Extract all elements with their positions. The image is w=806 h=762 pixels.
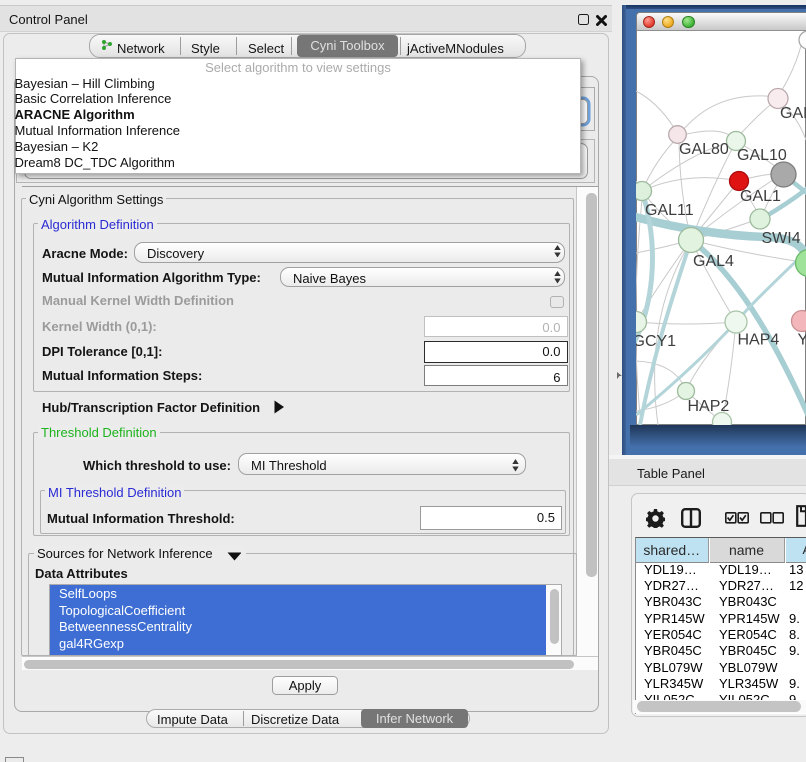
svg-text:Y: Y [798, 332, 806, 349]
svg-text:GAL7: GAL7 [780, 105, 806, 122]
svg-text:GAL11: GAL11 [645, 202, 694, 219]
svg-text:GCY1: GCY1 [636, 333, 676, 350]
svg-text:HAP4: HAP4 [738, 332, 780, 349]
svg-text:SWI4: SWI4 [762, 230, 801, 247]
svg-text:HAP2: HAP2 [688, 398, 730, 415]
svg-text:GAL4: GAL4 [693, 253, 734, 270]
svg-text:GAL80: GAL80 [679, 141, 729, 158]
svg-text:GAL10: GAL10 [737, 147, 787, 164]
svg-text:GAL1: GAL1 [740, 188, 781, 205]
